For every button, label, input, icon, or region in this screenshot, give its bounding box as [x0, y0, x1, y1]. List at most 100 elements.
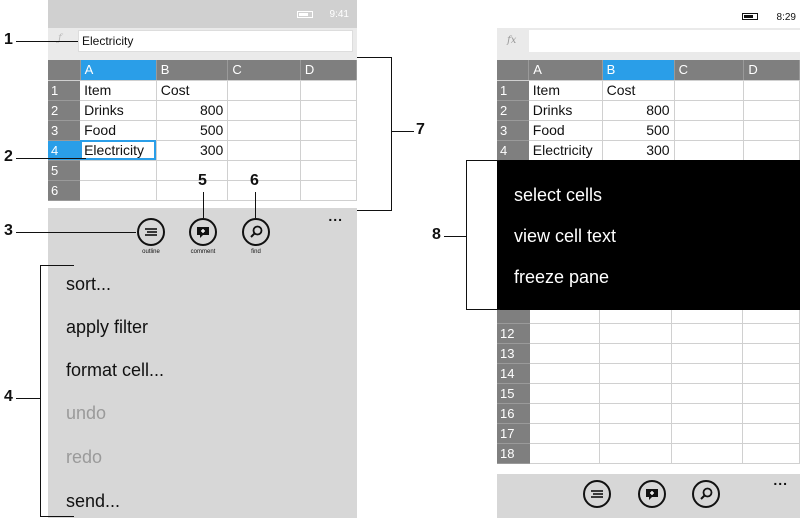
comment-button[interactable]: comment: [188, 218, 218, 255]
cell[interactable]: Drinks: [528, 100, 603, 121]
row-header[interactable]: 1: [497, 80, 529, 101]
cell[interactable]: [599, 423, 672, 444]
row-header[interactable]: 12: [497, 323, 531, 344]
column-header-d[interactable]: D: [743, 60, 800, 81]
formula-input[interactable]: Electricity: [78, 30, 353, 52]
menu-item-apply-filter[interactable]: apply filter: [66, 317, 148, 338]
more-options-button[interactable]: ...: [328, 208, 343, 224]
cell[interactable]: [300, 180, 357, 201]
cell[interactable]: 800: [602, 100, 675, 121]
cell[interactable]: [599, 343, 672, 364]
row-header[interactable]: 6: [48, 180, 81, 201]
active-cell[interactable]: Electricity: [80, 140, 157, 161]
outline-button[interactable]: [582, 480, 612, 508]
cell[interactable]: [530, 403, 601, 424]
cell[interactable]: [80, 180, 157, 201]
column-header-d[interactable]: D: [300, 60, 357, 81]
cell[interactable]: [530, 423, 601, 444]
row-header[interactable]: 5: [48, 160, 81, 181]
cell[interactable]: [674, 80, 745, 101]
menu-item-send[interactable]: send...: [66, 491, 120, 512]
cell[interactable]: [599, 323, 672, 344]
find-button[interactable]: [691, 480, 721, 508]
cell[interactable]: Cost: [156, 80, 229, 101]
cell[interactable]: [80, 160, 157, 181]
cell[interactable]: [742, 403, 800, 424]
cell[interactable]: Item: [528, 80, 603, 101]
cell[interactable]: 500: [602, 120, 675, 141]
cell[interactable]: [300, 80, 357, 101]
cell[interactable]: [743, 80, 800, 101]
corner-cell[interactable]: [497, 60, 530, 81]
cell[interactable]: [599, 383, 672, 404]
row-header[interactable]: 2: [48, 100, 81, 121]
corner-cell[interactable]: [48, 60, 81, 81]
cell[interactable]: [227, 120, 301, 141]
row-header[interactable]: 4: [497, 140, 529, 160]
outline-button[interactable]: outline: [136, 218, 166, 255]
cell[interactable]: [742, 423, 800, 444]
cell[interactable]: Cost: [602, 80, 675, 101]
context-item-freeze-pane[interactable]: freeze pane: [514, 267, 609, 288]
cell[interactable]: [599, 403, 672, 424]
cell[interactable]: [530, 323, 601, 344]
row-header[interactable]: 13: [497, 343, 531, 364]
row-header[interactable]: 14: [497, 363, 531, 384]
spreadsheet-grid-lower[interactable]: 12 13 14 15 16 17 18: [497, 310, 800, 474]
cell[interactable]: [227, 100, 301, 121]
cell[interactable]: 300: [156, 140, 229, 161]
cell[interactable]: [227, 140, 301, 161]
cell[interactable]: [671, 443, 744, 464]
cell[interactable]: [674, 100, 745, 121]
cell[interactable]: Drinks: [80, 100, 157, 121]
cell[interactable]: [300, 140, 357, 161]
row-header[interactable]: 2: [497, 100, 529, 121]
menu-item-sort[interactable]: sort...: [66, 274, 111, 295]
cell[interactable]: Electricity: [528, 140, 603, 160]
cell[interactable]: Food: [80, 120, 157, 141]
cell[interactable]: [599, 363, 672, 384]
column-header-b[interactable]: B: [602, 60, 675, 81]
cell[interactable]: [671, 383, 744, 404]
row-header[interactable]: 18: [497, 443, 531, 464]
cell[interactable]: [530, 343, 601, 364]
cell[interactable]: [300, 160, 357, 181]
cell[interactable]: [227, 160, 301, 181]
cell[interactable]: Item: [80, 80, 157, 101]
cell[interactable]: 500: [156, 120, 229, 141]
cell[interactable]: Food: [528, 120, 603, 141]
cell[interactable]: [742, 363, 800, 384]
context-item-select-cells[interactable]: select cells: [514, 185, 602, 206]
cell[interactable]: [530, 363, 601, 384]
cell[interactable]: [671, 323, 744, 344]
cell[interactable]: [671, 363, 744, 384]
cell[interactable]: 300: [602, 140, 675, 160]
cell[interactable]: [599, 443, 672, 464]
cell[interactable]: [227, 80, 301, 101]
row-header[interactable]: 3: [497, 120, 529, 141]
cell[interactable]: [742, 343, 800, 364]
cell[interactable]: [742, 383, 800, 404]
spreadsheet-grid[interactable]: A B C D 1 Item Cost 2 Drinks 800 3 Food …: [497, 60, 800, 160]
cell[interactable]: [743, 100, 800, 121]
cell[interactable]: [671, 423, 744, 444]
row-header[interactable]: 16: [497, 403, 531, 424]
row-header[interactable]: 4: [48, 140, 81, 161]
column-header-c[interactable]: C: [227, 60, 301, 81]
cell[interactable]: [742, 443, 800, 464]
cell[interactable]: [743, 140, 800, 160]
cell[interactable]: [743, 120, 800, 141]
cell[interactable]: [156, 160, 229, 181]
cell[interactable]: [674, 120, 745, 141]
column-header-a[interactable]: A: [528, 60, 603, 81]
cell[interactable]: [530, 443, 601, 464]
cell[interactable]: [671, 343, 744, 364]
column-header-c[interactable]: C: [674, 60, 745, 81]
row-header[interactable]: 17: [497, 423, 531, 444]
row-header[interactable]: 3: [48, 120, 81, 141]
cell[interactable]: [156, 180, 229, 201]
row-header[interactable]: 1: [48, 80, 81, 101]
cell[interactable]: [674, 140, 745, 160]
cell[interactable]: 800: [156, 100, 229, 121]
menu-item-format-cell[interactable]: format cell...: [66, 360, 164, 381]
